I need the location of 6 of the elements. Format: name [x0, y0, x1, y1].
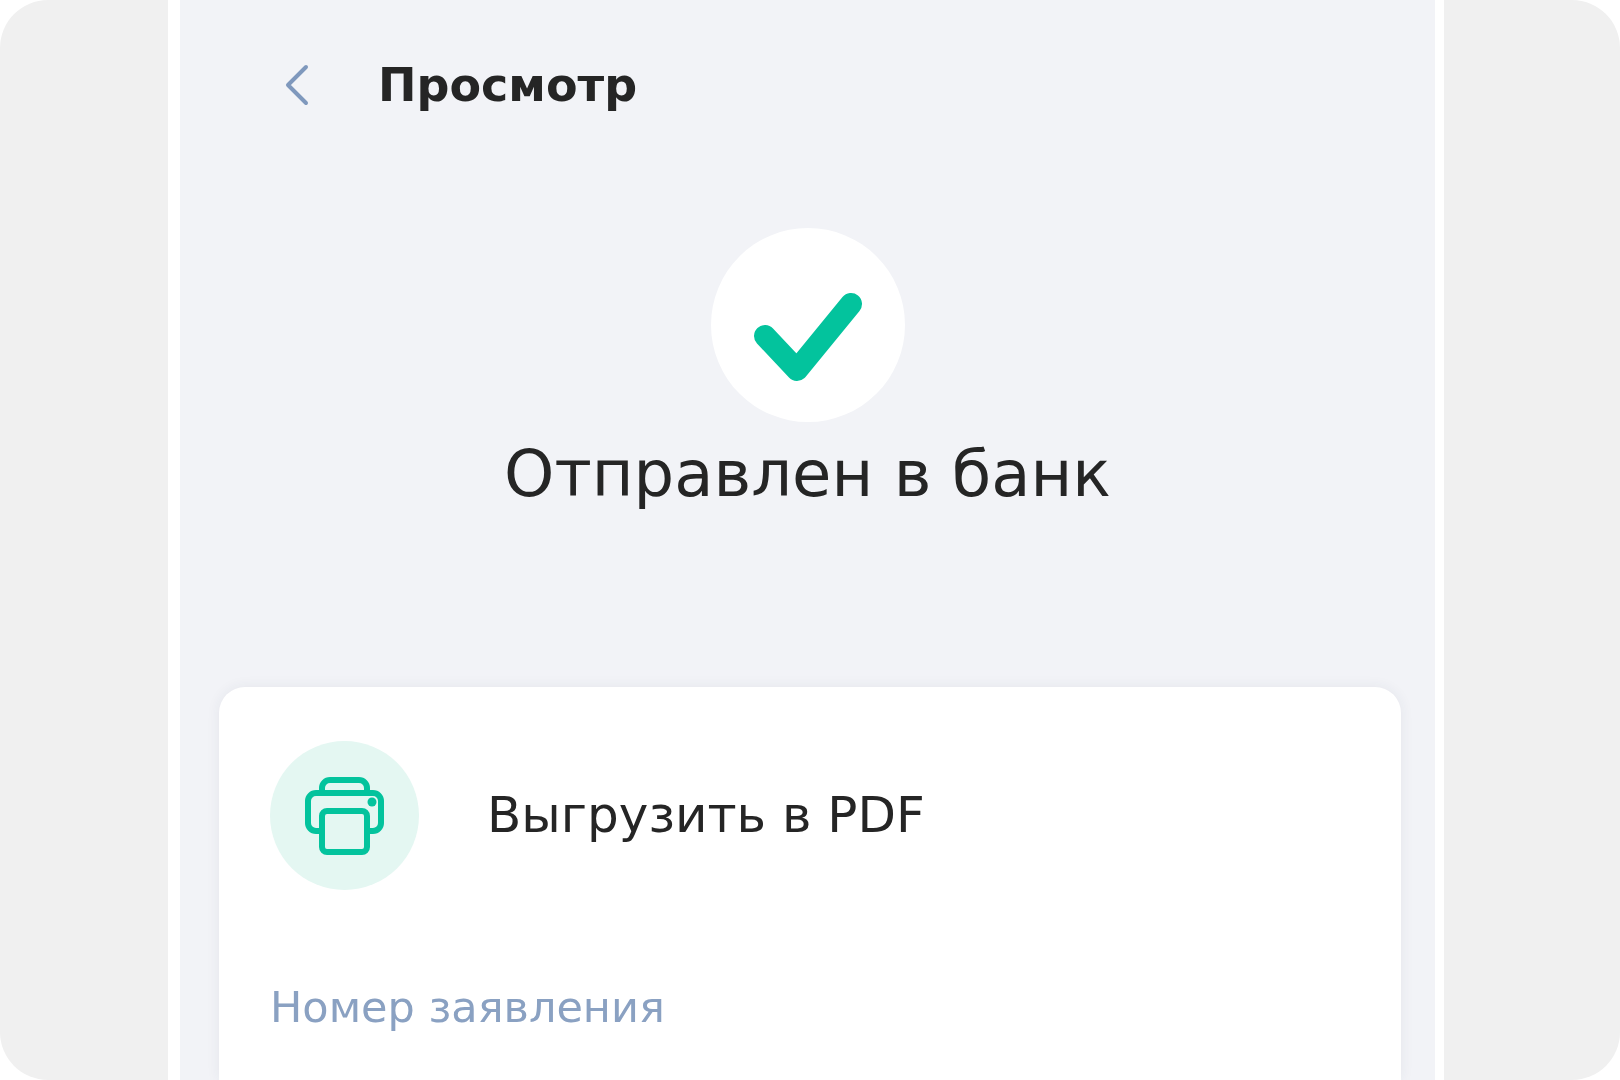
- chevron-left-icon: [285, 64, 309, 106]
- export-button[interactable]: Выгрузить в PDF: [270, 740, 925, 890]
- field-label: Номер заявления: [270, 981, 666, 1034]
- status-title: Отправлен в банк: [504, 436, 1111, 513]
- printer-icon: [270, 740, 419, 890]
- check-circle-icon: [710, 228, 905, 422]
